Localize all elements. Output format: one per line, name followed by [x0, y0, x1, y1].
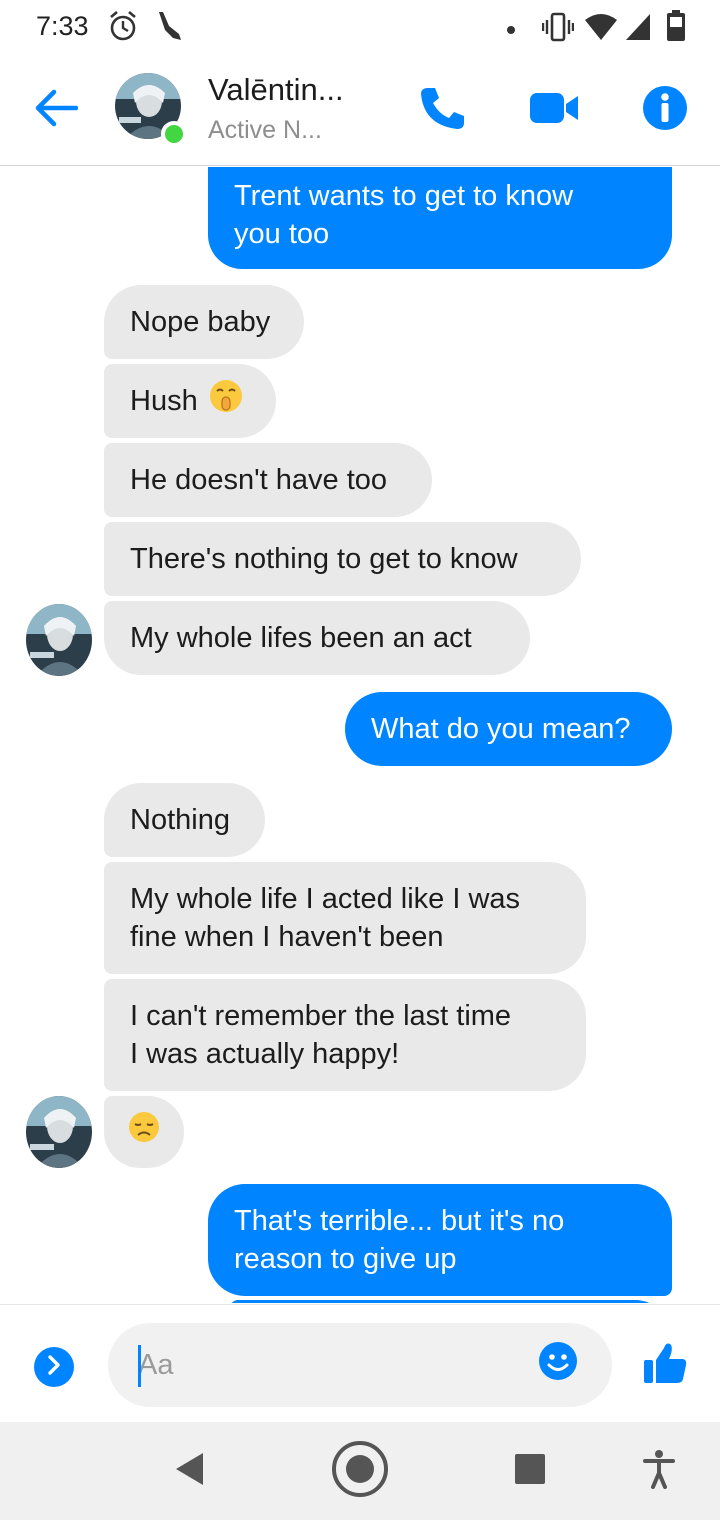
message-text: My whole life I acted like I was — [130, 883, 521, 915]
shushing-face-icon — [208, 378, 244, 424]
incoming-message-bubble[interactable]: My whole lifes been an act — [104, 601, 530, 675]
message-text: My whole lifes been an act — [130, 622, 472, 654]
message-input[interactable] — [138, 1345, 518, 1385]
back-arrow-icon — [34, 88, 79, 133]
message-text: reason to give up — [234, 1243, 457, 1275]
back-triangle-icon — [173, 1451, 207, 1492]
expand-actions-button[interactable] — [34, 1347, 74, 1387]
status-time: 7:33 — [36, 11, 89, 41]
conversation-info-button[interactable] — [638, 82, 692, 138]
message-text: There's nothing to get to know — [130, 543, 518, 575]
wifi-icon — [584, 12, 618, 47]
voice-call-button[interactable] — [412, 82, 472, 138]
status-bar: 7:33 — [0, 0, 720, 56]
message-input-pill[interactable] — [108, 1323, 612, 1407]
accessibility-icon — [642, 1449, 676, 1494]
contact-active-status: Active N... — [208, 116, 322, 144]
contact-avatar-small[interactable] — [26, 1096, 92, 1168]
nav-back-button[interactable] — [160, 1422, 220, 1520]
message-text: Hush — [130, 385, 198, 417]
emoji-smiley-icon — [538, 1342, 578, 1385]
incoming-message-bubble[interactable]: There's nothing to get to know — [104, 522, 581, 596]
message-text: Nope baby — [130, 306, 271, 338]
signal-icon — [624, 12, 652, 47]
info-icon — [642, 85, 688, 136]
message-text: you too — [234, 218, 330, 250]
message-composer — [0, 1304, 720, 1422]
home-circle-icon — [331, 1440, 389, 1503]
message-list[interactable]: Trent wants to get to know you too Nope … — [0, 167, 720, 1303]
nav-recents-button[interactable] — [500, 1422, 560, 1520]
battery-icon — [666, 10, 686, 47]
recents-square-icon — [514, 1453, 546, 1490]
bird-icon — [155, 10, 183, 47]
contact-avatar-small[interactable] — [26, 604, 92, 676]
message-text: He doesn't have too — [130, 464, 388, 496]
dot-icon — [506, 22, 516, 40]
video-call-button[interactable] — [524, 82, 584, 138]
outgoing-message-bubble[interactable]: That's terrible... but it's no reason to… — [208, 1184, 672, 1296]
outgoing-message-bubble-partial[interactable] — [230, 1300, 672, 1303]
online-status-dot — [161, 121, 187, 147]
message-text: Trent wants to get to know — [234, 180, 574, 212]
outgoing-message-bubble[interactable]: Trent wants to get to know you too — [208, 167, 672, 269]
thumbs-up-icon — [642, 1343, 688, 1390]
disappointed-face-icon — [127, 1110, 161, 1154]
incoming-message-bubble[interactable]: He doesn't have too — [104, 443, 432, 517]
emoji-button[interactable] — [538, 1341, 578, 1381]
incoming-message-bubble[interactable]: Hush — [104, 364, 276, 438]
incoming-message-bubble[interactable]: I can't remember the last time I was act… — [104, 979, 586, 1091]
message-text: Nothing — [130, 804, 230, 836]
video-camera-icon — [528, 90, 580, 131]
nav-home-button[interactable] — [326, 1422, 394, 1520]
incoming-message-bubble[interactable] — [104, 1096, 184, 1168]
like-button[interactable] — [642, 1340, 688, 1386]
message-text: I can't remember the last time — [130, 1000, 512, 1032]
android-nav-bar — [0, 1422, 720, 1520]
nav-accessibility-button[interactable] — [632, 1422, 686, 1520]
incoming-message-bubble[interactable]: Nothing — [104, 783, 265, 857]
message-text: What do you mean? — [371, 713, 631, 745]
outgoing-message-bubble[interactable]: What do you mean? — [345, 692, 672, 766]
conversation-header: Valēntin... Active N... — [0, 56, 720, 166]
back-button[interactable] — [26, 82, 86, 138]
text-caret — [138, 1345, 141, 1387]
phone-icon — [418, 85, 466, 136]
incoming-message-bubble[interactable]: My whole life I acted like I was fine wh… — [104, 862, 586, 974]
message-text: fine when I haven't been — [130, 921, 444, 953]
vibrate-icon — [541, 12, 575, 47]
expand-chevron-icon — [45, 1354, 63, 1381]
message-text: That's terrible... but it's no — [234, 1205, 565, 1237]
contact-name[interactable]: Valēntin... — [208, 72, 344, 108]
message-text: I was actually happy! — [130, 1038, 400, 1070]
incoming-message-bubble[interactable]: Nope baby — [104, 285, 304, 359]
alarm-icon — [108, 10, 138, 47]
